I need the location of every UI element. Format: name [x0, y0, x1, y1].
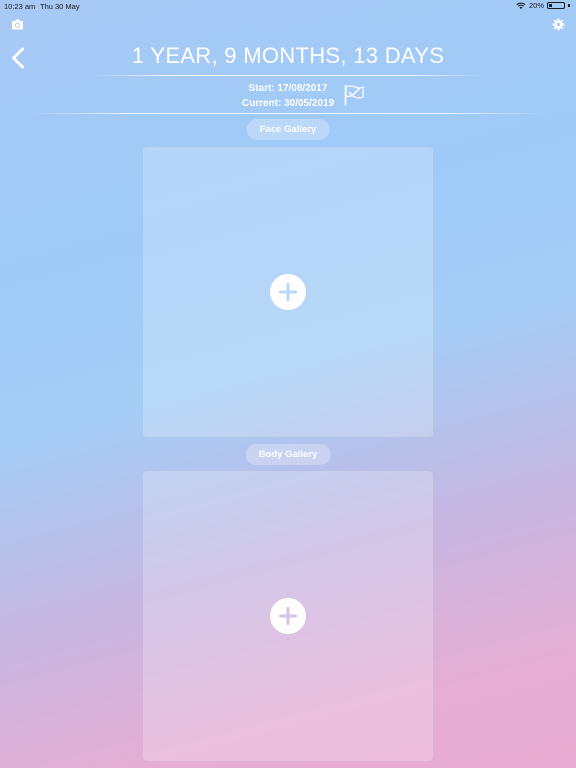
- wifi-icon: [516, 2, 526, 9]
- battery-percentage: 20%: [528, 1, 544, 10]
- camera-icon[interactable]: [11, 19, 24, 30]
- status-time: 10:23 am: [4, 2, 36, 11]
- gear-icon[interactable]: [552, 18, 565, 31]
- status-bar: 10:23 am Thu 30 May 20%: [0, 0, 576, 12]
- start-date: Start: 17/08/2017: [248, 83, 328, 94]
- add-body-photo-button[interactable]: [270, 598, 306, 634]
- date-info: Start: 17/08/2017 Current: 30/05/2019: [0, 81, 576, 111]
- add-face-photo-button[interactable]: [270, 274, 306, 310]
- body-gallery-panel[interactable]: [143, 471, 433, 761]
- face-gallery-button[interactable]: Face Gallery: [246, 119, 330, 140]
- plus-icon: [279, 283, 297, 301]
- status-indicators: 20%: [516, 1, 570, 10]
- title-divider: [90, 75, 486, 76]
- battery-icon: [547, 2, 565, 9]
- battery-level: [549, 4, 552, 7]
- face-gallery-panel[interactable]: [143, 147, 433, 437]
- body-gallery-button[interactable]: Body Gallery: [245, 444, 331, 465]
- status-date: Thu 30 May: [40, 2, 80, 11]
- battery-tip: [568, 4, 570, 7]
- plus-icon: [279, 607, 297, 625]
- current-date: Current: 30/05/2019: [241, 98, 335, 109]
- header-divider: [30, 113, 546, 114]
- page-title: 1 YEAR, 9 MONTHS, 13 DAYS: [131, 43, 445, 68]
- checkered-flag-icon[interactable]: [343, 84, 365, 106]
